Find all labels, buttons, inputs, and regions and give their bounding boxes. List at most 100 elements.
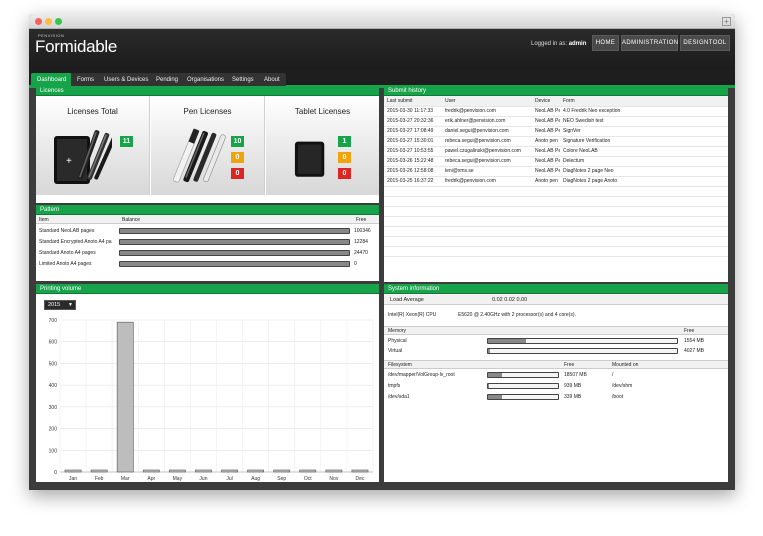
- column-header-user[interactable]: User: [442, 96, 532, 107]
- logged-in-label: Logged in as:: [531, 41, 568, 47]
- filesystem-free-header: Free: [564, 362, 575, 368]
- designtool-button[interactable]: DESIGNTOOL: [680, 35, 730, 51]
- x-tick-label: Jun: [199, 476, 207, 482]
- submit-form: Colore NeoLAB: [560, 146, 728, 157]
- column-header-free[interactable]: Free: [356, 217, 366, 223]
- pattern-title: Pattern: [36, 205, 379, 215]
- filesystem-name: /dev/sda1: [388, 394, 410, 400]
- submit-user: leni@xms.se: [442, 166, 532, 177]
- column-header-balance[interactable]: Balance: [122, 217, 140, 223]
- chart-bar: [273, 469, 291, 473]
- x-tick-label: Jan: [69, 476, 77, 482]
- filesystem-usage-bar: [487, 372, 559, 378]
- pattern-header-row: [36, 215, 379, 224]
- licenses-total-title: Licenses Total: [67, 107, 118, 116]
- column-header-device[interactable]: Device: [532, 96, 560, 107]
- load-average-value: 0.02 0.02 0.00: [492, 297, 528, 303]
- pen-licenses-card[interactable]: Pen Licenses 10 0 0: [151, 96, 265, 195]
- filesystem-name: tmpfs: [388, 383, 401, 389]
- table-row[interactable]: 2015-03-26 12:58:08 leni@xms.se NeoLAB Pe D…: [384, 166, 728, 177]
- printing-volume-title: Printing volume: [36, 284, 379, 294]
- brand-logo[interactable]: Formidable: [35, 37, 117, 57]
- column-header-last-submit[interactable]: Last submit: [384, 96, 442, 107]
- close-window-button[interactable]: [35, 18, 42, 25]
- memory-free-header: Free: [684, 328, 695, 334]
- expand-icon[interactable]: +: [722, 17, 731, 26]
- filesystem-free-value: 339 MB: [564, 394, 582, 400]
- system-info-panel: System information Load Average 0.02 0.0…: [384, 284, 728, 482]
- column-header-form[interactable]: Form: [560, 96, 728, 107]
- x-tick-label: Aug: [251, 476, 260, 482]
- y-tick-label: 300: [49, 405, 58, 411]
- printing-volume-panel: Printing volume 2015 ▼ 0 100 200 300 400 500 6…: [36, 284, 379, 482]
- x-tick-label: May: [173, 476, 183, 482]
- memory-name: Physical: [388, 338, 407, 344]
- tablet-licenses-card[interactable]: Tablet Licenses 1 0 0: [266, 96, 379, 195]
- chart-bar: [221, 469, 238, 473]
- filesystem-name: /dev/mapper/VolGroup-lv_root: [388, 372, 455, 378]
- table-row[interactable]: 2015-03-27 17:08:49 daniel.segui@penvisio…: [384, 126, 728, 137]
- submit-user: fredrik@penvision.com: [442, 106, 532, 117]
- pattern-balance-bar: [119, 239, 350, 245]
- memory-usage-fill: [488, 349, 490, 353]
- table-row[interactable]: 2015-03-25 16:37:22 fredrik@penvision.com…: [384, 176, 728, 187]
- pattern-balance-bar: [119, 261, 350, 267]
- submit-form: Signature Verification: [560, 136, 728, 147]
- filesystem-mount: /boot: [612, 394, 624, 400]
- pens-icon: [173, 128, 226, 183]
- pattern-free-value: 24470: [354, 250, 368, 256]
- tablet-licenses-active-badge: 1: [338, 136, 351, 147]
- table-row[interactable]: 2015-03-30 11:17:33 fredrik@penvision.com…: [384, 106, 728, 117]
- minimize-window-button[interactable]: [45, 18, 52, 25]
- administration-button[interactable]: ADMINISTRATION: [621, 35, 678, 51]
- filesystem-free-value: 18507 MB: [564, 372, 587, 378]
- submit-device: NeoLAB Pe: [532, 106, 560, 117]
- y-tick-label: 100: [49, 448, 58, 454]
- tablet-licenses-title: Tablet Licenses: [294, 107, 351, 116]
- submit-history-table: Last submit User Device Form 2015-03-30 …: [384, 96, 728, 257]
- printing-volume-chart: 0 100 200 300 400 500 600 700 Jan Feb Mar Apr May Jun…: [49, 318, 374, 482]
- y-tick-label: 200: [49, 427, 58, 433]
- chevron-down-icon: ▼: [68, 302, 73, 308]
- chart-bar: [299, 469, 317, 473]
- submit-form: SignVer: [560, 126, 728, 137]
- pattern-free-value: 12284: [354, 239, 368, 245]
- home-button[interactable]: HOME: [592, 35, 619, 51]
- table-row[interactable]: 2015-03-27 20:32:36 erik.ahlner@penvision…: [384, 116, 728, 127]
- table-row[interactable]: 2015-03-27 15:30:01 rebeca.segui@penvisio…: [384, 136, 728, 147]
- filesystem-usage-fill: [488, 384, 489, 388]
- filesystem-mount: /: [612, 372, 614, 378]
- submit-form: DiagNotes 2 page Neo: [560, 166, 728, 177]
- filesystem-mount-header: Mounted on: [612, 362, 639, 368]
- submit-form: Delectum: [560, 156, 728, 167]
- table-row[interactable]: 2015-03-26 15:22:48 rebeca.segui@penvisio…: [384, 156, 728, 167]
- memory-usage-fill: [488, 339, 526, 343]
- submit-user: pawel.czugalinski@penvision.com: [442, 146, 532, 157]
- memory-usage-bar: [487, 338, 678, 344]
- current-user: admin: [568, 41, 587, 47]
- submit-device: Anoto pen: [532, 136, 560, 147]
- maximize-window-button[interactable]: [55, 18, 62, 25]
- app-header: PENVISION Formidable Logged in as: admin…: [29, 29, 735, 69]
- submit-device: NeoLAB Pe: [532, 116, 560, 127]
- licenses-total-count-badge: 11: [120, 136, 133, 147]
- x-tick-label: Jul: [226, 476, 232, 482]
- submit-user: rebeca.segui@penvision.com: [442, 156, 532, 167]
- tablet-licenses-expired-badge: 0: [338, 168, 351, 179]
- table-row[interactable]: 2015-03-27 10:53:55 pawel.czugalinski@pen…: [384, 146, 728, 157]
- y-tick-label: 0: [54, 470, 57, 476]
- pattern-balance-bar: [119, 228, 350, 234]
- pattern-free-value: 100346: [354, 228, 371, 234]
- x-tick-label: Nov: [329, 476, 338, 482]
- licenses-total-card[interactable]: Licenses Total + 11: [36, 96, 150, 195]
- login-status: Logged in as: admin: [531, 41, 586, 47]
- year-select[interactable]: 2015 ▼: [44, 300, 76, 310]
- licences-panel: Licences Licenses Total + 11 Pen License…: [36, 86, 379, 203]
- filesystem-usage-bar: [487, 383, 559, 389]
- year-select-value: 2015: [48, 302, 61, 308]
- pattern-item-name: Limited Anoto A4 pages: [39, 261, 92, 267]
- pattern-item-name: Standard Encrypted Anoto A4 pa: [39, 239, 112, 245]
- submit-user: fredrik@penvision.com: [442, 176, 532, 187]
- column-header-item[interactable]: Item: [39, 217, 49, 223]
- memory-header: Memory: [388, 328, 407, 334]
